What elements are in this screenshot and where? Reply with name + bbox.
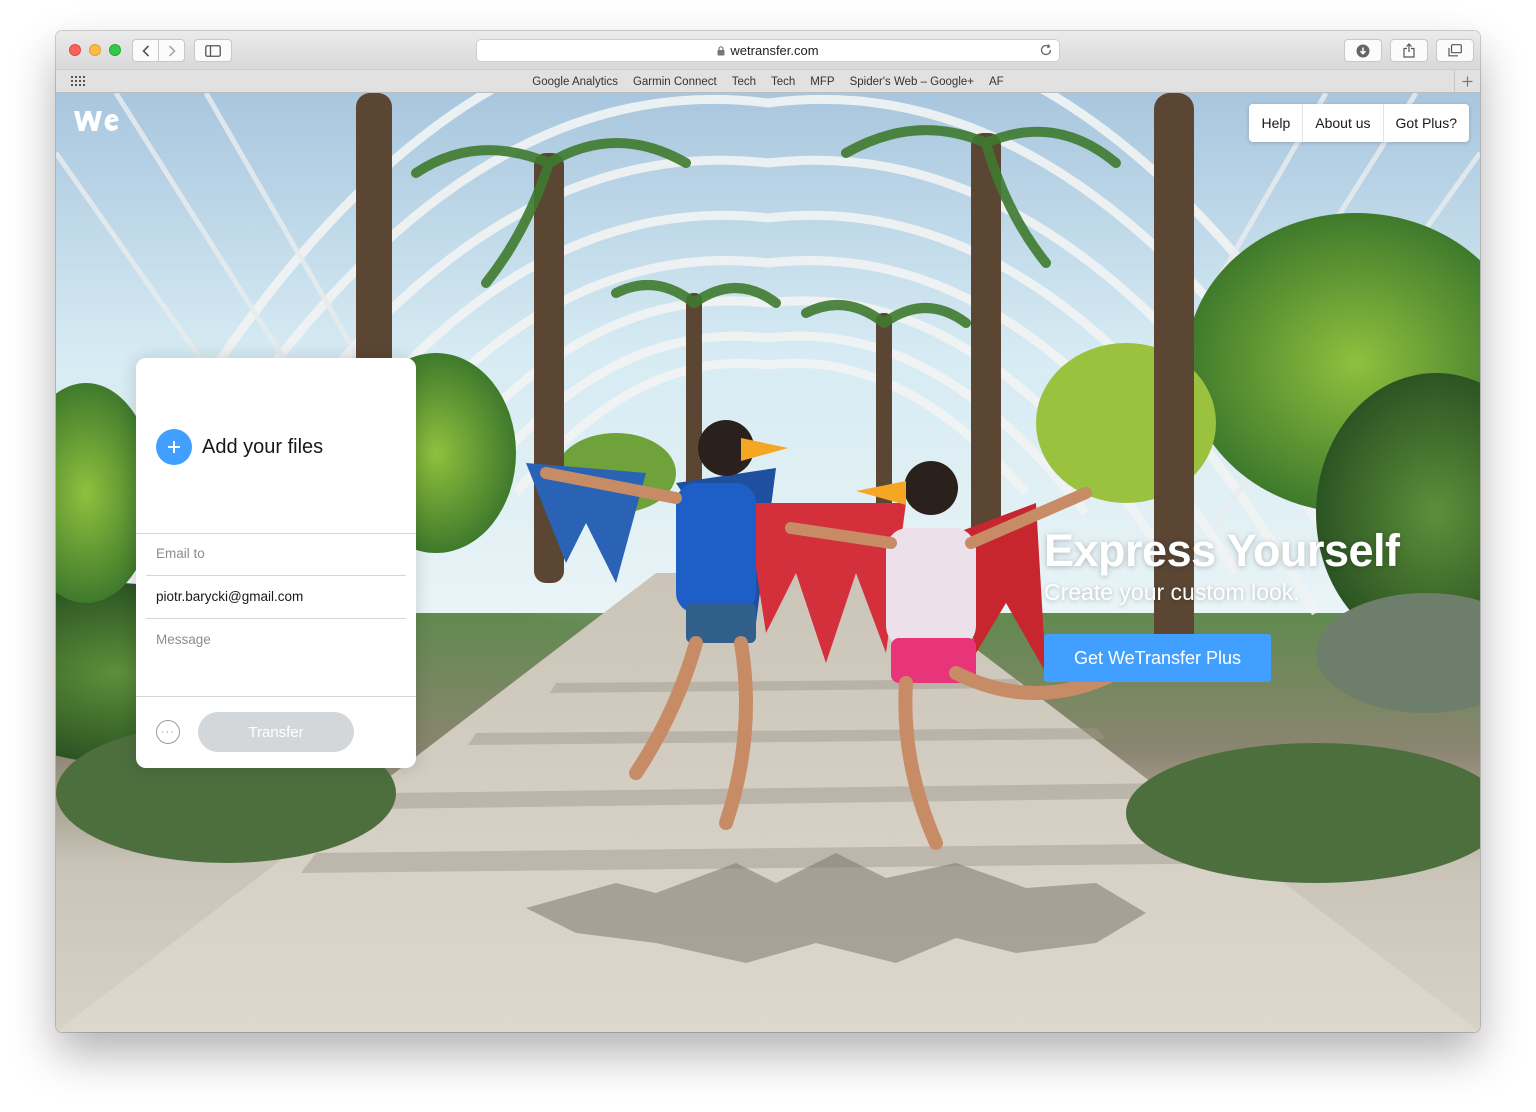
downloads-button[interactable] <box>1344 39 1382 62</box>
favorite-spiders-web[interactable]: Spider's Web – Google+ <box>850 76 974 88</box>
divider <box>136 696 416 697</box>
browser-toolbar: wetransfer.com <box>56 31 1480 69</box>
address-bar[interactable]: wetransfer.com <box>476 39 1060 62</box>
get-wetransfer-plus-button[interactable]: Get WeTransfer Plus <box>1044 634 1271 682</box>
add-files-label: Add your files <box>202 435 324 458</box>
minimize-window-button[interactable] <box>89 44 101 56</box>
more-options-icon[interactable]: ··· <box>156 720 180 744</box>
transfer-button[interactable]: Transfer <box>198 712 354 752</box>
url-text: wetransfer.com <box>730 43 819 58</box>
chevron-right-icon <box>168 44 176 57</box>
tabs-icon <box>1448 44 1462 57</box>
reload-icon[interactable] <box>1039 43 1053 57</box>
message-field[interactable]: Message <box>156 632 211 647</box>
browser-window: wetransfer.com Google Analytics Garmin C… <box>56 31 1480 1032</box>
email-to-field[interactable]: Email to <box>156 546 205 561</box>
favorite-garmin-connect[interactable]: Garmin Connect <box>633 76 717 88</box>
promo-subtitle: Create your custom look. <box>1044 579 1300 605</box>
favorite-af[interactable]: AF <box>989 76 1004 88</box>
sidebar-icon <box>205 44 221 57</box>
zoom-window-button[interactable] <box>109 44 121 56</box>
favorite-tech-2[interactable]: Tech <box>771 76 795 88</box>
forward-button[interactable] <box>158 39 185 62</box>
close-window-button[interactable] <box>69 44 81 56</box>
show-tabs-button[interactable] <box>1436 39 1474 62</box>
new-tab-button[interactable] <box>1454 70 1480 93</box>
your-email-field[interactable]: piotr.barycki@gmail.com <box>156 589 303 604</box>
share-icon <box>1403 43 1415 58</box>
nav-about-link[interactable]: About us <box>1302 104 1382 142</box>
history-nav <box>132 39 186 62</box>
wetransfer-logo-icon[interactable] <box>72 109 120 133</box>
nav-got-plus-link[interactable]: Got Plus? <box>1382 104 1469 142</box>
divider <box>136 533 416 534</box>
favorite-google-analytics[interactable]: Google Analytics <box>532 76 618 88</box>
top-navigation: Help About us Got Plus? <box>1249 104 1469 142</box>
upload-panel: Add your files Email to piotr.barycki@gm… <box>136 358 416 768</box>
divider <box>146 618 406 619</box>
favorites-bar: Google Analytics Garmin Connect Tech Tec… <box>56 69 1480 93</box>
add-files-button[interactable]: Add your files <box>156 429 323 465</box>
plus-icon <box>156 429 192 465</box>
sidebar-toggle-button[interactable] <box>194 39 232 62</box>
lock-icon <box>717 45 725 55</box>
nav-help-link[interactable]: Help <box>1249 104 1302 142</box>
promo-title: Express Yourself <box>1044 525 1400 576</box>
page-viewport: Help About us Got Plus? Add your files E… <box>56 93 1480 1032</box>
kids-photo-illustration <box>526 420 1123 850</box>
back-button[interactable] <box>132 39 159 62</box>
favorites-list: Google Analytics Garmin Connect Tech Tec… <box>56 70 1480 93</box>
favorite-tech-1[interactable]: Tech <box>732 76 756 88</box>
plus-icon <box>1462 76 1473 87</box>
download-icon <box>1356 44 1370 57</box>
divider <box>146 575 406 576</box>
chevron-left-icon <box>141 44 149 57</box>
share-button[interactable] <box>1390 39 1428 62</box>
favorite-mfp[interactable]: MFP <box>810 76 834 88</box>
